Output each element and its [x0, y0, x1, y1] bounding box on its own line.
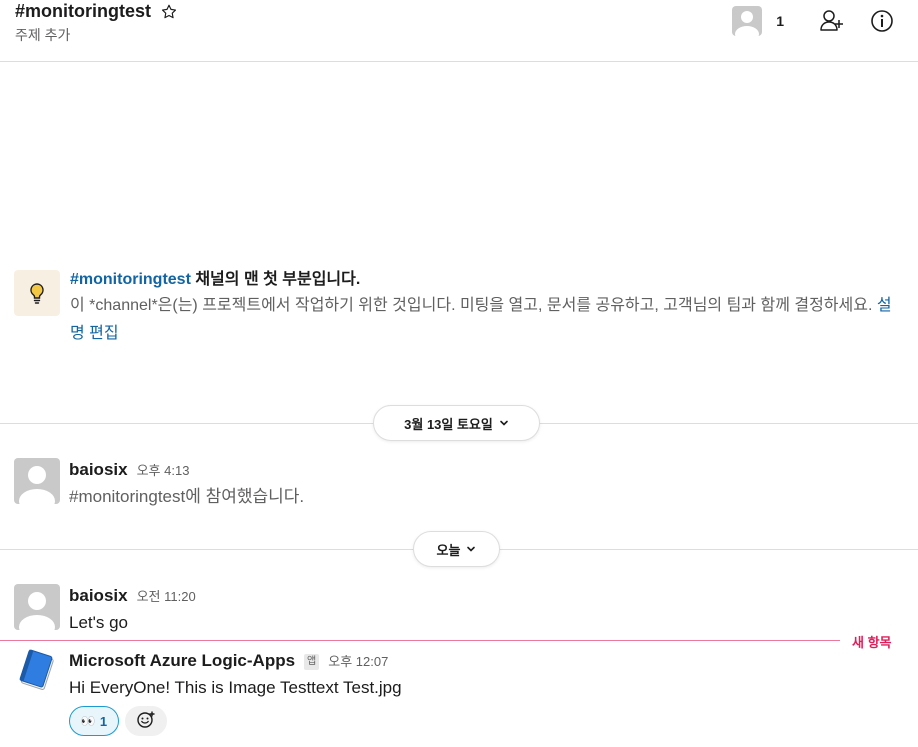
- message-author[interactable]: baiosix: [69, 458, 128, 482]
- date-divider-button[interactable]: 3월 13일 토요일: [373, 405, 540, 441]
- add-emoji-icon: [136, 710, 156, 733]
- header-actions: 1: [732, 6, 896, 36]
- message: Microsoft Azure Logic-Apps 앱 오후 12:07 Hi…: [14, 649, 904, 736]
- star-icon[interactable]: [160, 3, 178, 21]
- date-divider-button[interactable]: 오늘: [413, 531, 500, 567]
- date-label: 오늘: [436, 542, 461, 558]
- chevron-down-icon: [499, 416, 509, 431]
- members-button[interactable]: 1: [732, 6, 784, 36]
- intro-heading: #monitoringtest 채널의 맨 첫 부분입니다.: [70, 268, 894, 292]
- avatar[interactable]: [14, 458, 60, 504]
- member-avatar: [732, 6, 763, 36]
- message-timestamp[interactable]: 오전 11:20: [137, 585, 196, 609]
- intro-description-text: 이 *channel*은(는) 프로젝트에서 작업하기 위한 것입니다. 미팅을…: [70, 297, 873, 314]
- message-text: Hi EveryOne! This is Image Testtext Test…: [69, 678, 402, 697]
- member-count: 1: [776, 13, 784, 29]
- chevron-down-icon: [466, 542, 476, 557]
- add-topic-link[interactable]: 주제 추가: [15, 25, 70, 45]
- info-icon[interactable]: [868, 7, 896, 35]
- message-text: #monitoringtest에 참여했습니다.: [69, 487, 305, 506]
- message-author[interactable]: baiosix: [69, 584, 128, 608]
- message: baiosix 오후 4:13 #monitoringtest에 참여했습니다.: [14, 458, 904, 511]
- date-label: 3월 13일 토요일: [404, 416, 493, 432]
- message-timestamp[interactable]: 오후 4:13: [137, 459, 190, 483]
- message-text: Let's go: [69, 613, 129, 632]
- channel-name[interactable]: #monitoringtest: [15, 1, 151, 22]
- reaction-eyes[interactable]: 👀 1: [69, 706, 119, 736]
- intro-heading-text: 채널의 맨 첫 부분입니다.: [190, 271, 361, 288]
- lightbulb-icon: [14, 270, 60, 316]
- avatar[interactable]: [14, 584, 60, 630]
- message-author[interactable]: Microsoft Azure Logic-Apps: [69, 649, 295, 673]
- intro-channel-link[interactable]: #monitoringtest: [70, 271, 191, 288]
- channel-intro: #monitoringtest 채널의 맨 첫 부분입니다. 이 *channe…: [14, 268, 894, 348]
- app-badge: 앱: [304, 653, 320, 670]
- message-timestamp[interactable]: 오후 12:07: [328, 650, 388, 674]
- channel-header: #monitoringtest 주제 추가 1: [0, 0, 918, 62]
- reaction-bar: 👀 1: [69, 706, 904, 736]
- add-reaction-button[interactable]: [125, 706, 167, 736]
- reaction-count: 1: [99, 713, 108, 729]
- channel-title[interactable]: #monitoringtest: [15, 1, 178, 22]
- intro-description: 이 *channel*은(는) 프로젝트에서 작업하기 위한 것입니다. 미팅을…: [70, 292, 894, 348]
- add-member-icon[interactable]: [818, 7, 846, 35]
- eyes-emoji: 👀: [80, 714, 96, 728]
- app-book-icon[interactable]: [14, 649, 60, 695]
- message: baiosix 오전 11:20 Let's go: [14, 584, 904, 637]
- new-messages-line: [0, 640, 840, 641]
